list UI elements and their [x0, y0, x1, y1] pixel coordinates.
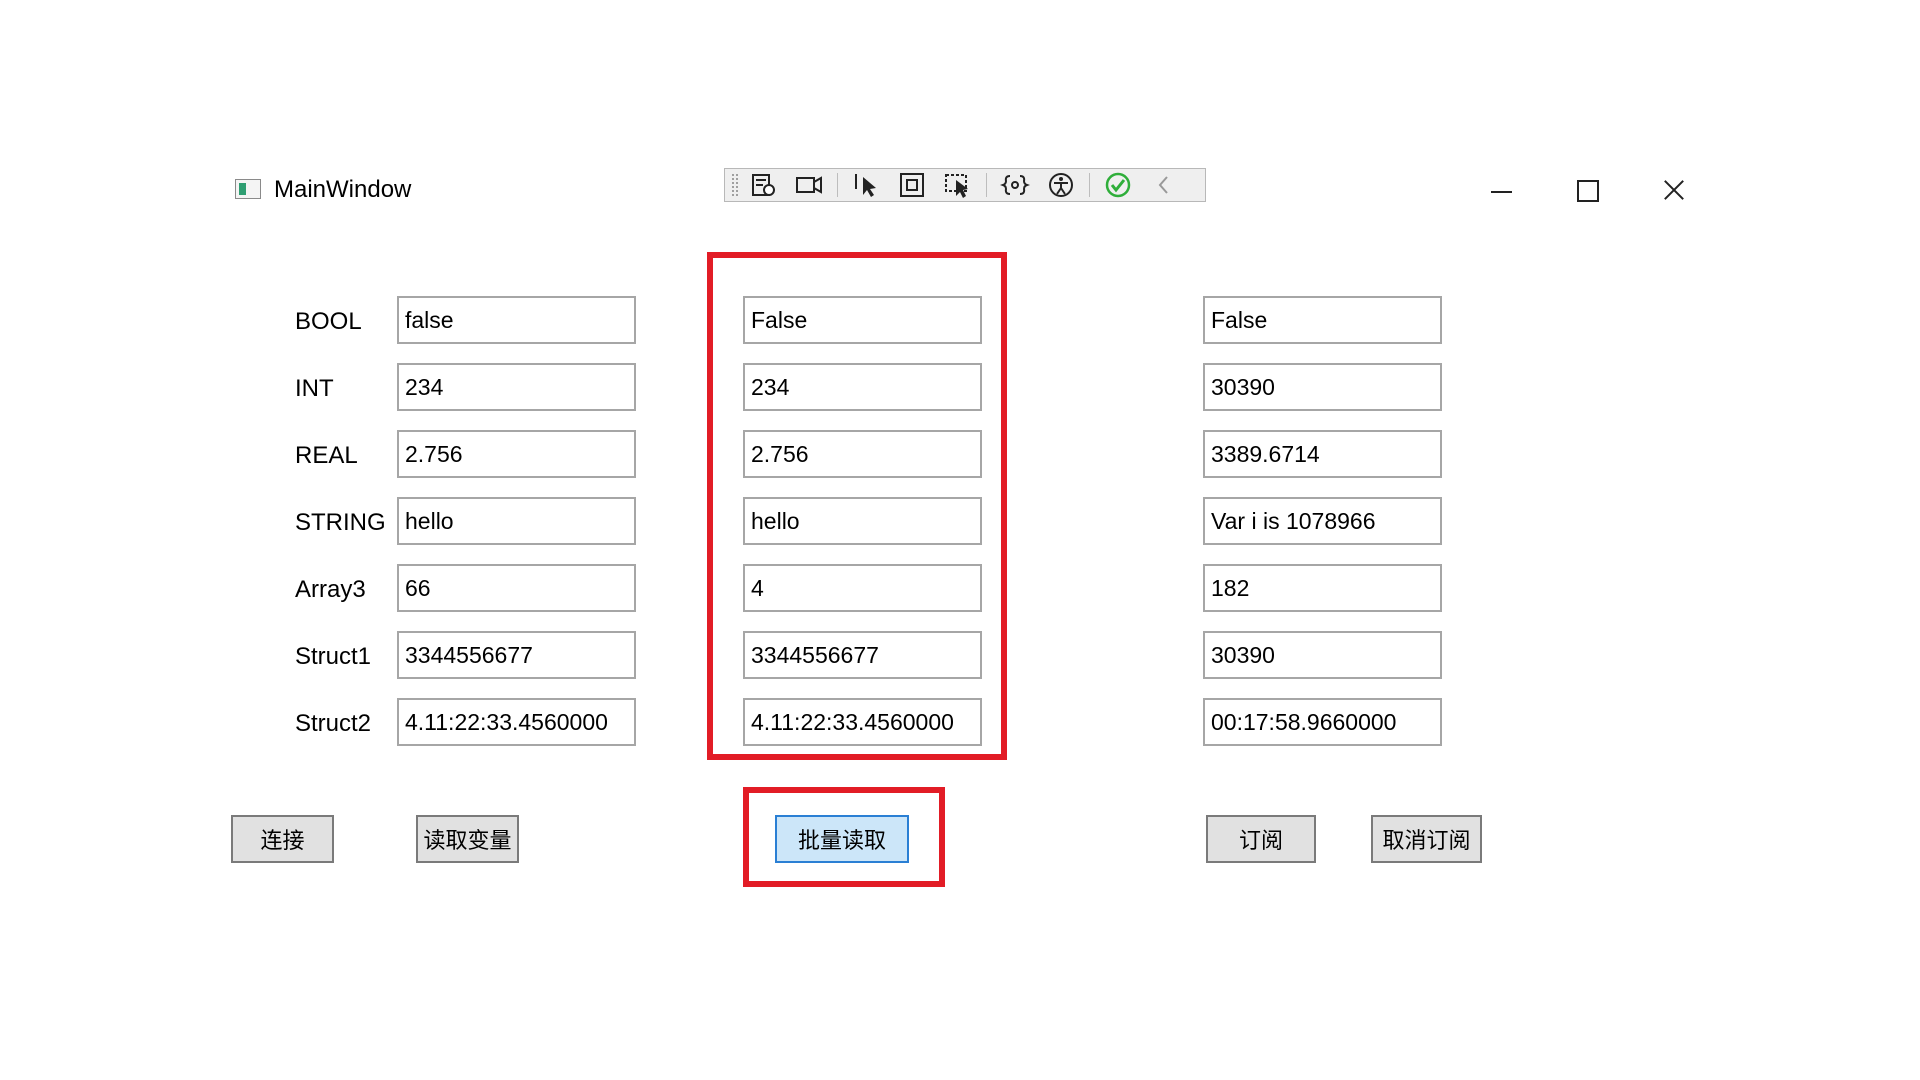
label-string: STRING [295, 509, 386, 536]
label-int: INT [295, 375, 334, 402]
subscribe-real-input[interactable] [1203, 430, 1442, 478]
toolbar-separator [1089, 173, 1090, 197]
subscribe-struct2-input[interactable] [1203, 698, 1442, 746]
app-icon [235, 179, 261, 199]
subscribe-button[interactable]: 订阅 [1206, 815, 1316, 863]
display-layout-adorners-icon[interactable] [894, 170, 930, 200]
minimize-icon[interactable] [1482, 172, 1522, 208]
window-title: MainWindow [274, 176, 412, 203]
label-real: REAL [295, 442, 358, 469]
write-struct2-input[interactable] [397, 698, 636, 746]
connect-button[interactable]: 连接 [231, 815, 334, 863]
subscribe-int-input[interactable] [1203, 363, 1442, 411]
write-struct1-input[interactable] [397, 631, 636, 679]
label-array3: Array3 [295, 576, 366, 603]
select-element-icon[interactable] [848, 170, 884, 200]
grip-icon[interactable] [731, 173, 739, 197]
batch-read-button-highlight [743, 787, 945, 887]
hot-reload-ok-icon[interactable] [1100, 170, 1136, 200]
track-focus-icon[interactable] [940, 170, 976, 200]
subscribe-bool-input[interactable] [1203, 296, 1442, 344]
subscribe-string-input[interactable] [1203, 497, 1442, 545]
toolbar-separator [837, 173, 838, 197]
maximize-icon[interactable] [1568, 172, 1608, 208]
label-struct2: Struct2 [295, 710, 372, 737]
live-visual-tree-icon[interactable] [745, 170, 781, 200]
unsubscribe-button[interactable]: 取消订阅 [1371, 815, 1482, 863]
binding-failures-icon[interactable] [997, 170, 1033, 200]
close-icon[interactable] [1654, 172, 1694, 208]
write-string-input[interactable] [397, 497, 636, 545]
collapse-icon[interactable] [1146, 170, 1182, 200]
batch-column-highlight [707, 252, 1007, 760]
record-icon[interactable] [791, 170, 827, 200]
write-real-input[interactable] [397, 430, 636, 478]
subscribe-struct1-input[interactable] [1203, 631, 1442, 679]
subscribe-array3-input[interactable] [1203, 564, 1442, 612]
toolbar-separator [986, 173, 987, 197]
read-variable-button[interactable]: 读取变量 [416, 815, 519, 863]
label-bool: BOOL [295, 308, 362, 335]
debug-toolbar [724, 168, 1206, 202]
write-array3-input[interactable] [397, 564, 636, 612]
write-bool-input[interactable] [397, 296, 636, 344]
accessibility-icon[interactable] [1043, 170, 1079, 200]
label-struct1: Struct1 [295, 643, 372, 670]
write-int-input[interactable] [397, 363, 636, 411]
